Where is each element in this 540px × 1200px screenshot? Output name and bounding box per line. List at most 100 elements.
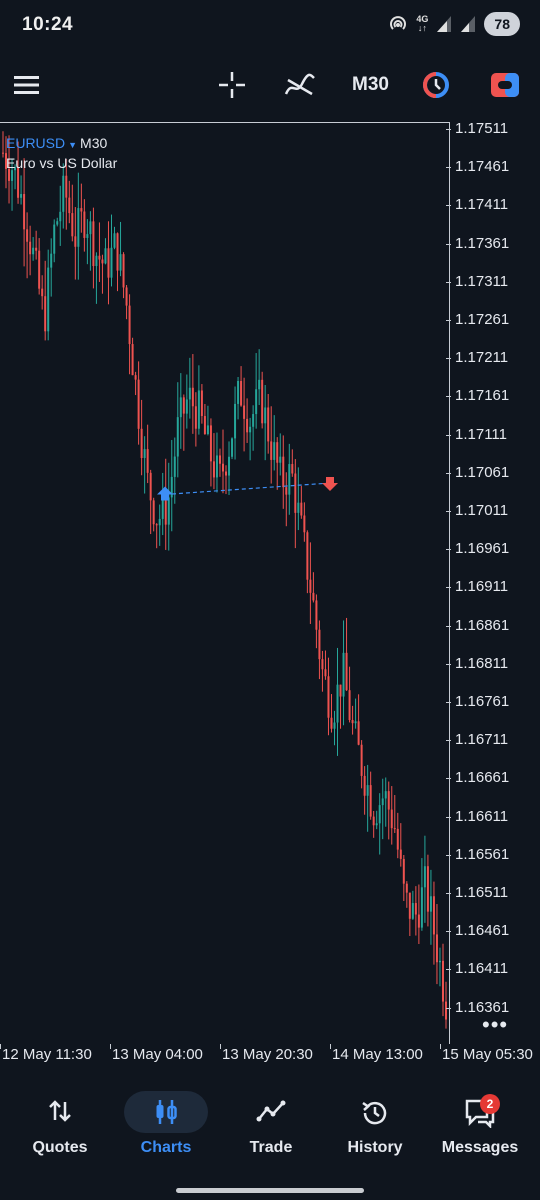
price-tick-mark xyxy=(446,625,451,627)
buy-arrow-icon[interactable] xyxy=(157,486,173,501)
price-tick-mark xyxy=(446,320,451,321)
candle-body xyxy=(261,379,264,424)
price-tick-label: 1.17211 xyxy=(455,349,509,367)
time-tick-mark xyxy=(440,1044,441,1049)
candle-body xyxy=(152,500,155,525)
candle-body xyxy=(185,399,188,414)
candle-body xyxy=(426,866,429,912)
crosshair-icon[interactable] xyxy=(218,71,246,99)
price-tick-label: 1.16561 xyxy=(455,845,510,863)
time-tick-label: 13 May 04:00 xyxy=(112,1046,203,1063)
candle-body xyxy=(176,417,179,457)
price-tick-mark xyxy=(446,931,451,933)
status-time: 10:24 xyxy=(22,14,74,35)
trade-icon xyxy=(256,1100,286,1122)
candle-body xyxy=(411,903,414,919)
price-tick-mark xyxy=(446,854,451,856)
candle-body xyxy=(113,233,116,248)
candle-body xyxy=(237,381,240,404)
price-tick-label: 1.17161 xyxy=(455,387,510,405)
price-tick-mark xyxy=(446,167,451,169)
price-tick-label: 1.16611 xyxy=(455,807,509,825)
candle-body xyxy=(333,722,336,729)
candle-body xyxy=(47,267,50,332)
nav-trade[interactable]: Trade xyxy=(217,1082,325,1166)
candle-body xyxy=(339,684,342,697)
candle-body xyxy=(318,629,321,660)
candle-body xyxy=(309,579,312,593)
candle-body xyxy=(414,903,417,915)
candle-body xyxy=(225,471,228,476)
time-tick-label: 14 May 13:00 xyxy=(332,1046,423,1063)
candle-body xyxy=(179,397,182,418)
candle-body xyxy=(98,255,101,260)
candle-body xyxy=(276,442,279,463)
candle-body xyxy=(83,211,86,238)
candle-body xyxy=(125,287,128,306)
symbol-header[interactable]: EURUSD ▼ M30 xyxy=(6,135,107,151)
candle-body xyxy=(134,375,137,380)
time-tick-mark xyxy=(220,1044,221,1049)
symbol-dropdown-icon[interactable]: ▼ xyxy=(68,140,77,150)
candle-body xyxy=(258,379,261,390)
candle-body xyxy=(101,259,104,264)
candle-body xyxy=(324,669,327,677)
nav-history[interactable]: History xyxy=(321,1082,429,1166)
candle-body xyxy=(107,248,110,278)
candle-body xyxy=(267,407,270,442)
candle-body xyxy=(234,403,237,439)
trade-panel-icon[interactable] xyxy=(490,72,520,98)
candle-body xyxy=(215,455,218,478)
more-icon[interactable]: ••• xyxy=(482,1012,508,1038)
candle-body xyxy=(212,461,215,478)
candle-body xyxy=(288,464,291,495)
timeframe-button[interactable]: M30 xyxy=(352,74,389,96)
candle-body xyxy=(405,883,408,893)
candle-body xyxy=(2,152,4,154)
candle-body xyxy=(26,229,29,242)
candle-body xyxy=(167,497,170,525)
candle-body xyxy=(104,248,107,264)
battery-indicator: 78 xyxy=(484,12,520,36)
candle-body xyxy=(330,717,333,729)
sell-arrow-icon[interactable] xyxy=(322,477,338,492)
price-tick-label: 1.16461 xyxy=(455,922,510,940)
candle-body xyxy=(306,532,309,580)
candle-body xyxy=(20,194,23,198)
candle-body xyxy=(432,896,435,935)
price-tick-mark xyxy=(446,205,451,207)
one-click-trading-icon[interactable] xyxy=(422,71,450,99)
candle-body xyxy=(86,234,89,238)
home-indicator[interactable] xyxy=(176,1188,364,1193)
candle-body xyxy=(182,397,185,414)
menu-icon[interactable] xyxy=(14,74,40,96)
symbol-name[interactable]: EURUSD xyxy=(6,135,65,151)
indicators-icon[interactable] xyxy=(284,70,316,100)
price-tick-mark xyxy=(446,281,451,283)
time-tick-mark xyxy=(0,1044,1,1049)
candle-body xyxy=(228,456,231,476)
nav-messages-label: Messages xyxy=(441,1139,519,1156)
time-tick-label: 13 May 20:30 xyxy=(222,1046,313,1063)
candle-body xyxy=(417,914,420,928)
price-tick-label: 1.16511 xyxy=(455,884,509,901)
candle-body xyxy=(200,390,203,417)
candle-body xyxy=(95,255,98,267)
nav-quotes[interactable]: Quotes xyxy=(6,1082,114,1166)
candle-body xyxy=(23,194,26,230)
candle-body xyxy=(68,197,71,214)
candle-body xyxy=(402,858,405,884)
candle-body xyxy=(393,828,396,830)
candle-body xyxy=(149,472,152,501)
price-tick-label: 1.17261 xyxy=(455,311,510,328)
candle-body xyxy=(191,387,194,407)
candle-body xyxy=(387,791,390,810)
candle-body xyxy=(445,1001,447,1020)
candle-body xyxy=(321,659,324,670)
nav-charts[interactable]: Charts xyxy=(112,1082,220,1166)
candle-body xyxy=(140,428,143,459)
candle-body xyxy=(438,960,441,963)
candle-body xyxy=(390,809,393,829)
price-tick-label: 1.17011 xyxy=(455,502,509,519)
nav-messages[interactable]: Messages xyxy=(426,1082,534,1166)
